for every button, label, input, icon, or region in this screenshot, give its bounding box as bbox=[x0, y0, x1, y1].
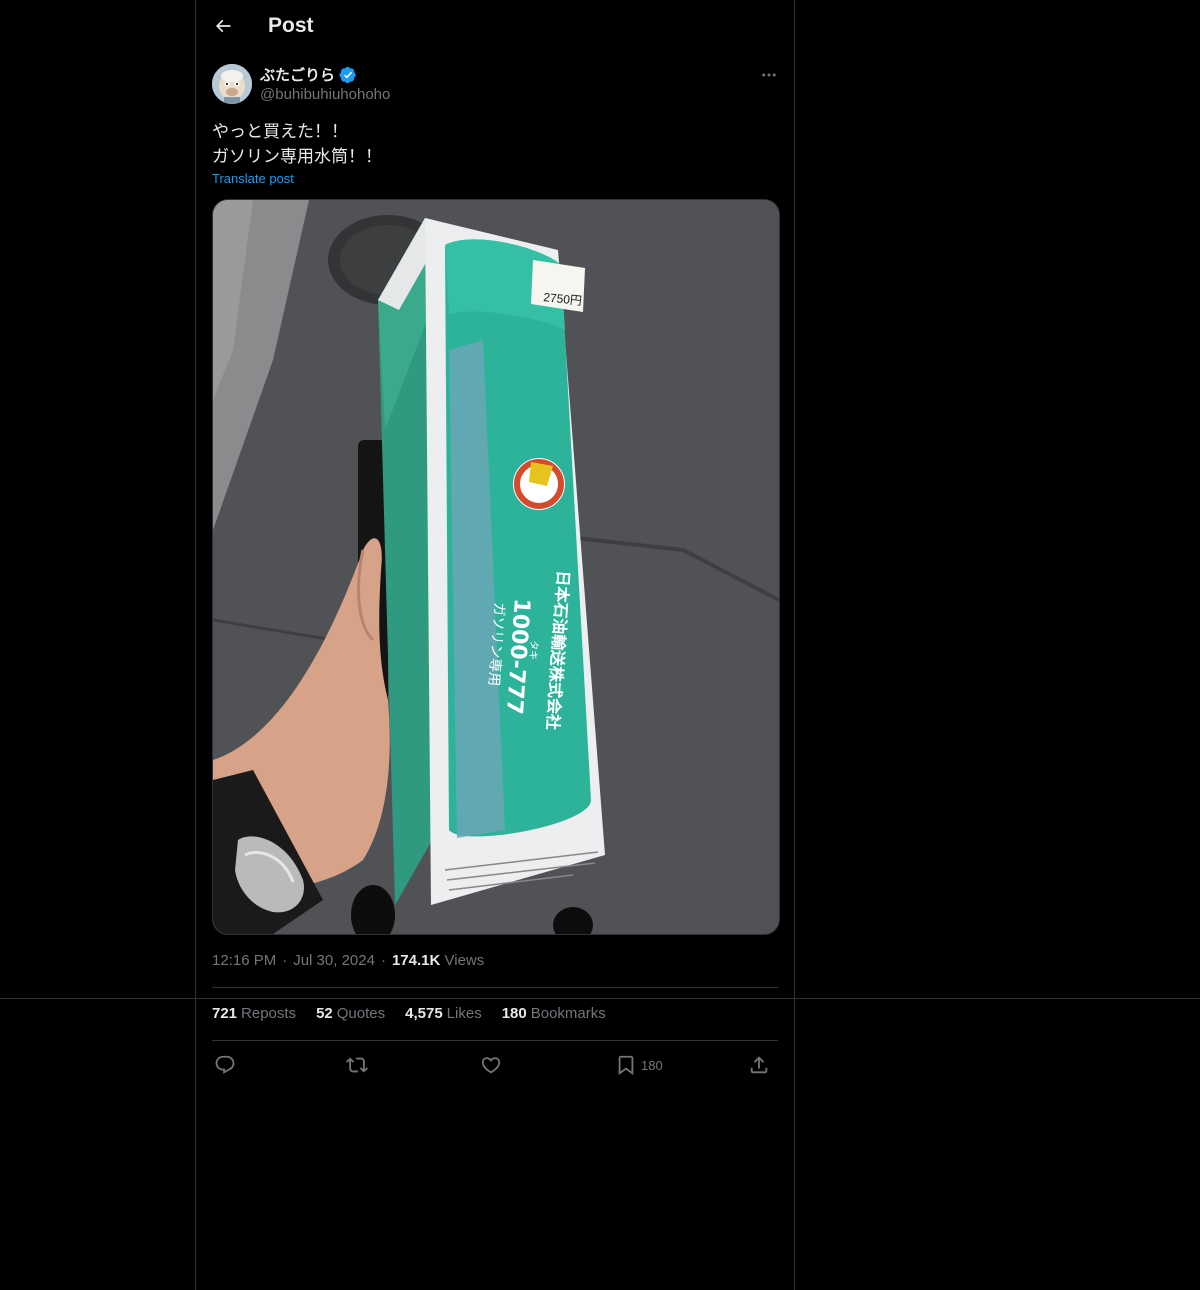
repost-icon bbox=[346, 1057, 368, 1073]
likes-label: Likes bbox=[446, 1005, 482, 1022]
meta-separator: · bbox=[380, 952, 386, 969]
post-date[interactable]: Jul 30, 2024 bbox=[293, 952, 375, 969]
views-label: Views bbox=[444, 952, 485, 969]
bookmarks-stat[interactable]: 180 Bookmarks bbox=[502, 1005, 606, 1022]
post-text: やっと買えた！！ ガソリン専用水筒！！ bbox=[212, 122, 382, 166]
likes-count: 4,575 bbox=[405, 1005, 443, 1022]
quotes-count: 52 bbox=[316, 1005, 333, 1022]
post-time[interactable]: 12:16 PM bbox=[212, 952, 276, 969]
post-meta: 12:16 PM · Jul 30, 2024 · 174.1K Views bbox=[212, 952, 484, 969]
quotes-stat[interactable]: 52 Quotes bbox=[316, 1005, 385, 1022]
heart-icon bbox=[481, 1057, 501, 1074]
quotes-label: Quotes bbox=[336, 1005, 386, 1022]
reply-icon bbox=[215, 1055, 235, 1074]
bookmarks-count: 180 bbox=[501, 1005, 527, 1022]
bookmark-button[interactable]: 180 bbox=[615, 1050, 663, 1080]
header: Post bbox=[196, 0, 794, 54]
verified-badge-icon bbox=[339, 66, 356, 83]
avatar[interactable] bbox=[212, 64, 252, 104]
photo: 2750円 日本石油輸送株式会社 1000-777 タキ ガソリン専用 bbox=[213, 200, 779, 934]
post-media[interactable]: 2750円 日本石油輸送株式会社 1000-777 タキ ガソリン専用 bbox=[212, 199, 780, 935]
action-bar: 180 bbox=[212, 1050, 778, 1080]
views-count: 174.1K bbox=[391, 952, 441, 969]
back-button[interactable] bbox=[206, 9, 240, 43]
likes-stat[interactable]: 4,575 Likes bbox=[405, 1005, 482, 1022]
translate-post-link[interactable]: Translate post bbox=[212, 171, 294, 186]
bookmarks-label: Bookmarks bbox=[530, 1005, 606, 1022]
page: Post ぶたごりら @buhibuhiuhohoho やっと買えた！！ ガソリ… bbox=[0, 0, 1200, 1290]
more-options-button[interactable] bbox=[754, 62, 784, 88]
like-button[interactable] bbox=[480, 1050, 502, 1080]
post-column: Post ぶたごりら @buhibuhiuhohoho やっと買えた！！ ガソリ… bbox=[195, 0, 795, 1290]
share-button[interactable] bbox=[748, 1050, 770, 1080]
display-name[interactable]: ぶたごりら bbox=[260, 64, 335, 85]
avatar-image bbox=[212, 64, 252, 104]
post-stats: 721 Reposts 52 Quotes 4,575 Likes 180 Bookma… bbox=[212, 1005, 606, 1022]
reposts-count: 721 bbox=[212, 1005, 238, 1022]
share-icon bbox=[750, 1056, 768, 1074]
reposts-label: Reposts bbox=[241, 1005, 297, 1022]
bookmark-count: 180 bbox=[641, 1057, 663, 1073]
arrow-left-icon bbox=[215, 19, 231, 33]
page-title: Post bbox=[268, 14, 314, 37]
repost-button[interactable] bbox=[346, 1050, 368, 1080]
more-horizontal-icon bbox=[762, 73, 776, 77]
meta-separator: · bbox=[282, 952, 288, 969]
bookmark-icon bbox=[618, 1055, 634, 1076]
reply-button[interactable] bbox=[214, 1050, 236, 1080]
user-handle[interactable]: @buhibuhiuhohoho bbox=[260, 86, 390, 103]
product-kana-text: タキ bbox=[527, 640, 540, 661]
author-name-row[interactable]: ぶたごりら bbox=[260, 64, 357, 85]
divider bbox=[212, 1040, 778, 1041]
divider bbox=[212, 987, 778, 988]
reposts-stat[interactable]: 721 Reposts bbox=[212, 1005, 296, 1022]
